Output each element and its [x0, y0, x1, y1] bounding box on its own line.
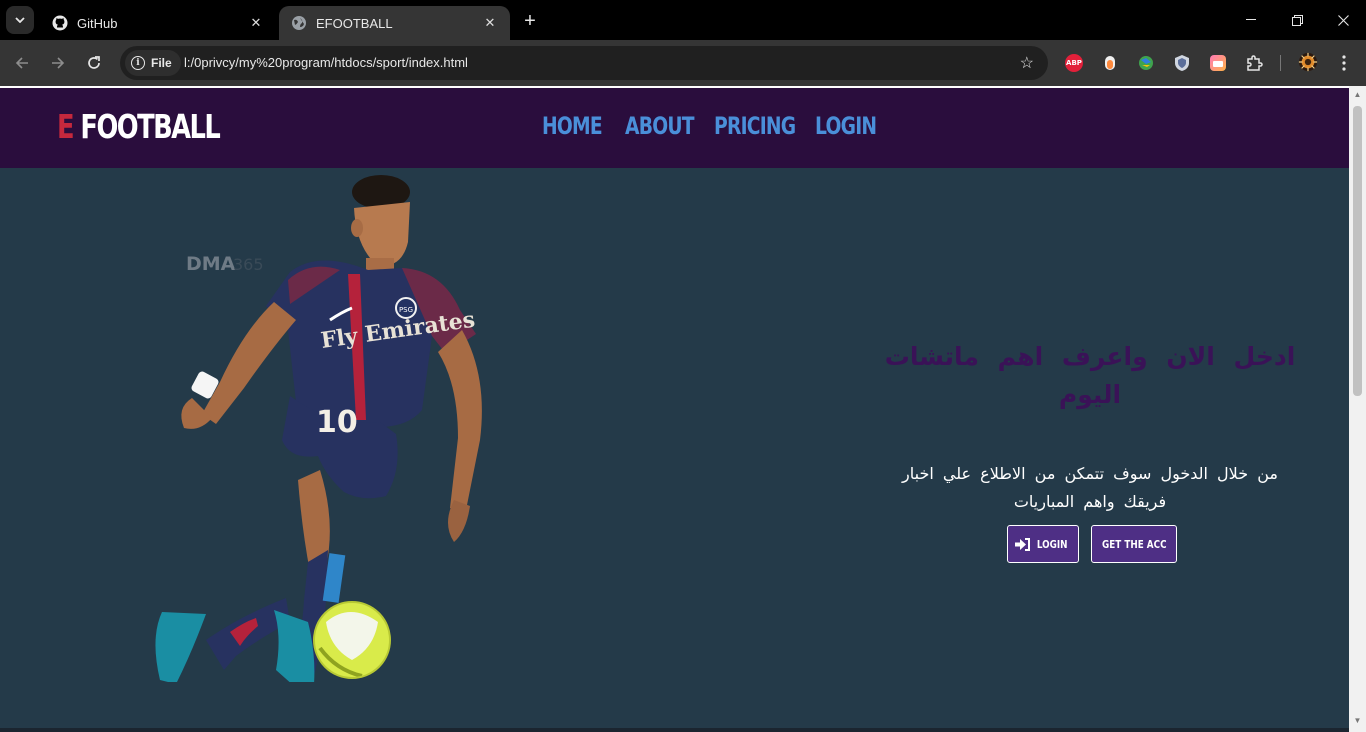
tab-title: GitHub [77, 15, 118, 31]
svg-text:PSG: PSG [399, 306, 413, 314]
github-icon [52, 15, 68, 31]
nav-about[interactable]: ABOUT [625, 112, 695, 140]
tab-github[interactable]: GitHub ✕ [40, 6, 276, 40]
info-icon: i [131, 56, 145, 70]
minimize-icon[interactable] [1228, 0, 1274, 40]
close-tab-icon[interactable]: ✕ [248, 15, 264, 31]
tab-efootball[interactable]: EFOOTBALL ✕ [279, 6, 510, 40]
back-arrow-icon[interactable] [8, 49, 36, 77]
page-viewport: E FOOTBALL HOME ABOUT PRICING LOGIN DMA … [0, 86, 1366, 732]
close-window-icon[interactable] [1320, 0, 1366, 40]
new-tab-icon[interactable]: + [518, 9, 542, 33]
tab-title: EFOOTBALL [316, 15, 393, 31]
webpage: E FOOTBALL HOME ABOUT PRICING LOGIN DMA … [0, 88, 1349, 732]
adblock-plus-icon[interactable]: ABP [1064, 53, 1084, 73]
browser-menu-icon[interactable] [1334, 53, 1354, 73]
tab-search-button[interactable] [6, 6, 34, 34]
extension-gradient-icon[interactable] [1208, 53, 1228, 73]
hero-content: ادخل الان واعرف اهم ماتشات اليوم من خلال… [880, 338, 1300, 516]
scroll-thumb[interactable] [1353, 106, 1362, 396]
close-tab-icon[interactable]: ✕ [482, 15, 498, 31]
shield-extension-icon[interactable] [1172, 53, 1192, 73]
restore-icon[interactable] [1274, 0, 1320, 40]
page-bottom-edge [0, 728, 1349, 732]
chevron-down-icon [15, 17, 25, 23]
extension-globe-icon[interactable] [1136, 53, 1156, 73]
browser-toolbar: i File l:/0privcy/my%20program/htdocs/sp… [0, 40, 1366, 86]
vertical-scrollbar[interactable]: ▲ ▼ [1349, 86, 1366, 732]
get-account-label: GET THE ACC [1101, 537, 1167, 551]
hero-player-image: DMA 365 PSG Fly Emirates 10 [155, 175, 482, 682]
globe-icon [291, 15, 307, 31]
puzzle-icon[interactable] [1244, 53, 1264, 73]
logo-text: FOOTBALL [73, 107, 220, 146]
login-button-label: LOGIN [1036, 537, 1068, 551]
tab-strip: GitHub ✕ EFOOTBALL ✕ + [0, 0, 1366, 40]
logo-accent: E [57, 107, 75, 146]
forward-arrow-icon[interactable] [44, 49, 72, 77]
get-account-button[interactable]: GET THE ACC [1091, 525, 1177, 563]
nav-login[interactable]: LOGIN [815, 112, 877, 140]
site-logo[interactable]: E FOOTBALL [57, 107, 221, 146]
scroll-down-icon[interactable]: ▼ [1353, 716, 1362, 725]
nav-home[interactable]: HOME [542, 112, 603, 140]
site-header: E FOOTBALL HOME ABOUT PRICING LOGIN [0, 88, 1349, 168]
watermark-text: DMA [186, 253, 236, 275]
url-text[interactable]: l:/0privcy/my%20program/htdocs/sport/ind… [184, 55, 468, 70]
hero-title: ادخل الان واعرف اهم ماتشات اليوم [884, 342, 1296, 409]
profile-avatar[interactable] [1298, 52, 1318, 72]
extension-orange-icon[interactable] [1100, 53, 1120, 73]
bookmark-star-icon[interactable]: ☆ [1020, 53, 1034, 73]
site-info-label: File [151, 56, 172, 70]
jersey-number: 10 [316, 405, 358, 440]
login-button[interactable]: LOGIN [1007, 525, 1079, 563]
hero-description: من خلال الدخول سوف تتمكن من الاطلاع علي … [902, 464, 1278, 511]
login-arrow-icon [1014, 537, 1030, 551]
toolbar-divider [1280, 55, 1281, 71]
reload-icon[interactable] [80, 49, 108, 77]
scroll-up-icon[interactable]: ▲ [1353, 90, 1362, 99]
address-bar[interactable]: i File l:/0privcy/my%20program/htdocs/sp… [120, 46, 1048, 80]
nav-pricing[interactable]: PRICING [714, 112, 796, 140]
site-info-chip[interactable]: i File [125, 50, 181, 76]
watermark-suffix: 365 [233, 255, 264, 274]
